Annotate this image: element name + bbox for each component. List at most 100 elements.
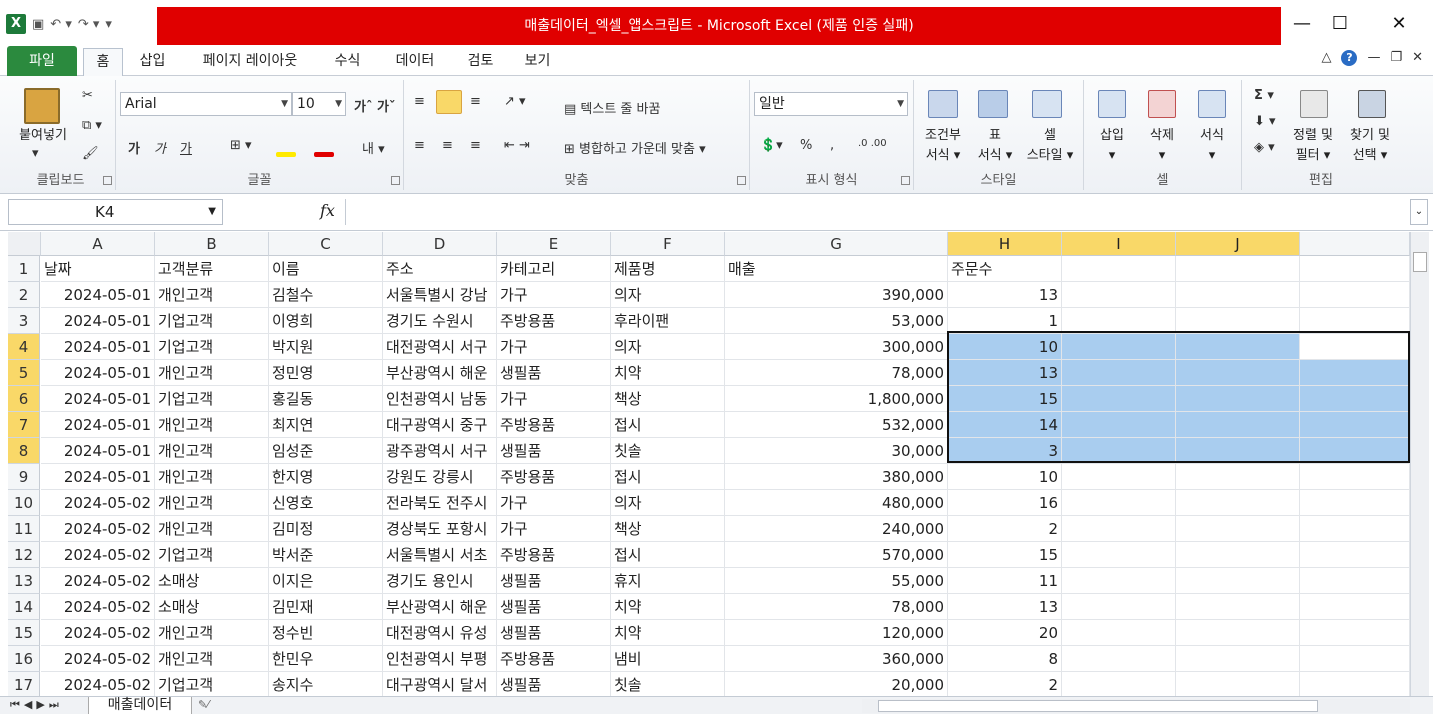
cell-a4[interactable]: 2024-05-01	[41, 334, 155, 360]
cell-c13[interactable]: 이지은	[269, 568, 383, 594]
align-middle-icon[interactable]	[436, 90, 462, 114]
cell-f16[interactable]: 냄비	[611, 646, 725, 672]
fill-color-icon[interactable]	[276, 152, 296, 157]
cell-e14[interactable]: 생필품	[497, 594, 611, 620]
cell-h15[interactable]: 20	[948, 620, 1062, 646]
cell-j9[interactable]	[1176, 464, 1300, 490]
cell-h10[interactable]: 16	[948, 490, 1062, 516]
align-top-icon[interactable]: ≡	[414, 94, 425, 109]
row-header[interactable]: 1	[8, 256, 40, 282]
insert-cells-button[interactable]: 삽입 ▾	[1088, 126, 1136, 166]
cell-styles-icon[interactable]	[1032, 90, 1062, 118]
borders-icon[interactable]: ⊞ ▾	[230, 138, 252, 153]
cell-d9[interactable]: 강원도 강릉시	[383, 464, 497, 490]
cell-k2[interactable]	[1300, 282, 1410, 308]
cell-j13[interactable]	[1176, 568, 1300, 594]
cell-d13[interactable]: 경기도 용인시	[383, 568, 497, 594]
row-header[interactable]: 13	[8, 568, 40, 594]
cell-g1[interactable]: 매출	[725, 256, 948, 282]
cell-g5[interactable]: 78,000	[725, 360, 948, 386]
cell-b2[interactable]: 개인고객	[155, 282, 269, 308]
cell-a5[interactable]: 2024-05-01	[41, 360, 155, 386]
cell-e9[interactable]: 주방용품	[497, 464, 611, 490]
column-header-a[interactable]: A	[41, 232, 155, 256]
cell-d4[interactable]: 대전광역시 서구	[383, 334, 497, 360]
cell-c17[interactable]: 송지수	[269, 672, 383, 696]
cell-g11[interactable]: 240,000	[725, 516, 948, 542]
cell-j12[interactable]	[1176, 542, 1300, 568]
find-select-button[interactable]: 찾기 및 선택 ▾	[1340, 126, 1400, 166]
name-box[interactable]: K4 ▼	[8, 199, 223, 225]
cell-g4[interactable]: 300,000	[725, 334, 948, 360]
cell-i11[interactable]	[1062, 516, 1176, 542]
cell-d1[interactable]: 주소	[383, 256, 497, 282]
underline-button[interactable]: 가	[180, 138, 192, 157]
cell-k12[interactable]	[1300, 542, 1410, 568]
cell-d11[interactable]: 경상북도 포항시	[383, 516, 497, 542]
cell-g17[interactable]: 20,000	[725, 672, 948, 696]
align-center-icon[interactable]: ≡	[442, 138, 453, 153]
cell-f6[interactable]: 책상	[611, 386, 725, 412]
cell-a11[interactable]: 2024-05-02	[41, 516, 155, 542]
cell-k17[interactable]	[1300, 672, 1410, 696]
cell-b12[interactable]: 기업고객	[155, 542, 269, 568]
save-icon[interactable]: ▣	[32, 17, 44, 32]
cell-f10[interactable]: 의자	[611, 490, 725, 516]
cell-f4[interactable]: 의자	[611, 334, 725, 360]
currency-icon[interactable]: 💲▾	[760, 138, 783, 153]
cell-g16[interactable]: 360,000	[725, 646, 948, 672]
cell-f17[interactable]: 칫솔	[611, 672, 725, 696]
cell-b6[interactable]: 기업고객	[155, 386, 269, 412]
cell-k9[interactable]	[1300, 464, 1410, 490]
maximize-button[interactable]: ☐	[1325, 10, 1355, 38]
tab-review[interactable]: 검토	[458, 48, 503, 76]
cell-g7[interactable]: 532,000	[725, 412, 948, 438]
cell-b3[interactable]: 기업고객	[155, 308, 269, 334]
column-header-d[interactable]: D	[383, 232, 497, 256]
vertical-scrollbar[interactable]	[1410, 232, 1429, 696]
column-header-j[interactable]: J	[1176, 232, 1300, 256]
cell-e12[interactable]: 주방용품	[497, 542, 611, 568]
cell-b17[interactable]: 기업고객	[155, 672, 269, 696]
cell-e4[interactable]: 가구	[497, 334, 611, 360]
doc-close-icon[interactable]: ✕	[1412, 50, 1423, 66]
cell-e7[interactable]: 주방용품	[497, 412, 611, 438]
paste-button[interactable]: 붙여넣기	[8, 126, 78, 146]
insert-function-icon[interactable]: fx	[320, 201, 335, 220]
cell-j17[interactable]	[1176, 672, 1300, 696]
cell-j11[interactable]	[1176, 516, 1300, 542]
cell-a7[interactable]: 2024-05-01	[41, 412, 155, 438]
cell-c10[interactable]: 신영호	[269, 490, 383, 516]
horizontal-scrollbar[interactable]	[862, 699, 1410, 713]
cell-f3[interactable]: 후라이팬	[611, 308, 725, 334]
horizontal-scroll-thumb[interactable]	[878, 700, 1318, 712]
cell-c8[interactable]: 임성준	[269, 438, 383, 464]
tab-view[interactable]: 보기	[515, 48, 560, 76]
percent-icon[interactable]: %	[800, 138, 812, 153]
format-painter-icon[interactable]: 🖌	[82, 146, 99, 161]
cell-j1[interactable]	[1176, 256, 1300, 282]
tab-page-layout[interactable]: 페이지 레이아웃	[190, 48, 310, 76]
cell-f13[interactable]: 휴지	[611, 568, 725, 594]
row-header[interactable]: 15	[8, 620, 40, 646]
cell-a12[interactable]: 2024-05-02	[41, 542, 155, 568]
cell-b9[interactable]: 개인고객	[155, 464, 269, 490]
insert-cells-icon[interactable]	[1098, 90, 1126, 118]
column-header-e[interactable]: E	[497, 232, 611, 256]
cell-g2[interactable]: 390,000	[725, 282, 948, 308]
cell-e5[interactable]: 생필품	[497, 360, 611, 386]
row-header[interactable]: 3	[8, 308, 40, 334]
cell-a6[interactable]: 2024-05-01	[41, 386, 155, 412]
delete-cells-button[interactable]: 삭제 ▾	[1138, 126, 1186, 166]
find-select-icon[interactable]	[1358, 90, 1386, 118]
cell-k10[interactable]	[1300, 490, 1410, 516]
cell-i1[interactable]	[1062, 256, 1176, 282]
cell-b4[interactable]: 기업고객	[155, 334, 269, 360]
cell-g9[interactable]: 380,000	[725, 464, 948, 490]
tab-data[interactable]: 데이터	[385, 48, 445, 76]
row-header[interactable]: 7	[8, 412, 40, 438]
row-header[interactable]: 8	[8, 438, 40, 464]
cell-i17[interactable]	[1062, 672, 1176, 696]
clipboard-launcher-icon[interactable]	[103, 176, 112, 185]
phonetic-icon[interactable]: 내 ▾	[362, 138, 385, 157]
